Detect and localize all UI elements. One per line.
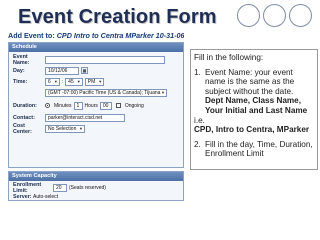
instruction-bold-text: Dept Name, Class Name, Your Initial and … [205,96,308,115]
contact-field[interactable]: parker@interact.cisd.net [45,113,125,122]
add-event-heading: Add Event to: CPD Intro to Centra MParke… [8,31,184,40]
event-name-field[interactable] [45,55,165,64]
duration-row: Duration: Minutes 1 Hours 00 Ongoing [9,100,183,111]
instruction-item: 2. Fill in the day, Time, Duration, Enro… [194,140,314,159]
duration-hours-label: Hours [84,102,98,109]
duration-minutes-label: Minutes [54,102,72,109]
instruction-item: 1. Event Name: your event name is the sa… [194,68,314,116]
add-event-prefix: Add Event to: [8,31,55,40]
instructions-box: Fill in the following: 1. Event Name: yo… [190,49,318,170]
time-minute-select[interactable]: 45 [65,77,83,86]
schedule-section-header: Schedule [9,43,183,52]
server-label: Server: [13,193,32,200]
decorative-circles [237,4,312,27]
server-row: Server: Auto-select [9,191,183,202]
instruction-number: 2. [194,139,201,149]
cost-center-label: Cost Center: [13,122,32,135]
instruction-text: Event Name: your event name is the same … [205,67,295,96]
contact-label: Contact: [13,114,35,121]
capacity-panel: System Capacity Enrollment Limit: 20 (Se… [8,171,184,201]
time-label: Time: [13,78,28,85]
duration-minutes-radio[interactable] [45,103,50,108]
circle-icon [289,4,312,27]
time-row: Time: 6 : 45 PM [9,76,183,87]
instructions-list-2: 2. Fill in the day, Time, Duration, Enro… [194,140,314,159]
instruction-ie: i.e. [194,115,205,125]
slide-title: Event Creation Form [18,6,217,28]
time-ampm-select[interactable]: PM [84,77,105,86]
duration-minutes-field[interactable]: 00 [99,101,112,110]
duration-hours-field[interactable]: 1 [73,101,83,110]
instruction-number: 1. [194,67,201,77]
date-row: Day: 10/12/06 ▦ [9,65,183,76]
duration-label: Duration: [13,102,37,109]
event-name-label: Event Name: [13,53,30,66]
instructions-intro: Fill in the following: [194,53,264,62]
instruction-text: Fill in the day, Time, Duration, Enrollm… [205,139,313,159]
timezone-select[interactable]: (GMT -07:00) Pacific Time (US & Canada);… [45,88,167,97]
ongoing-label: Ongoing [124,102,144,109]
calendar-icon[interactable]: ▦ [81,67,88,74]
event-name-row: Event Name: [9,53,183,66]
instructions-list: 1. Event Name: your event name is the sa… [194,68,314,116]
date-label: Day: [13,67,25,74]
instruction-example: CPD, Intro to Centra, MParker [194,125,310,135]
time-hour-select[interactable]: 6 [45,77,60,86]
cost-center-row: Cost Center: No Selection [9,122,183,135]
enrollment-limit-note: (Seats reserved) [69,184,106,191]
date-field[interactable]: 10/12/06 [45,66,79,75]
circle-icon [263,4,286,27]
add-event-name: CPD Intro to Centra MParker 10-31-06 [56,31,184,40]
cost-center-select[interactable]: No Selection [45,124,85,133]
capacity-section-header: System Capacity [9,172,183,181]
timezone-row: (GMT -07:00) Pacific Time (US & Canada);… [9,87,183,98]
ongoing-checkbox[interactable] [115,103,121,108]
server-value: Auto-select [33,193,59,200]
contact-row: Contact: parker@interact.cisd.net [9,112,183,123]
schedule-panel: Schedule Event Name: Day: 10/12/06 ▦ Tim… [8,42,184,168]
circle-icon [237,4,260,27]
